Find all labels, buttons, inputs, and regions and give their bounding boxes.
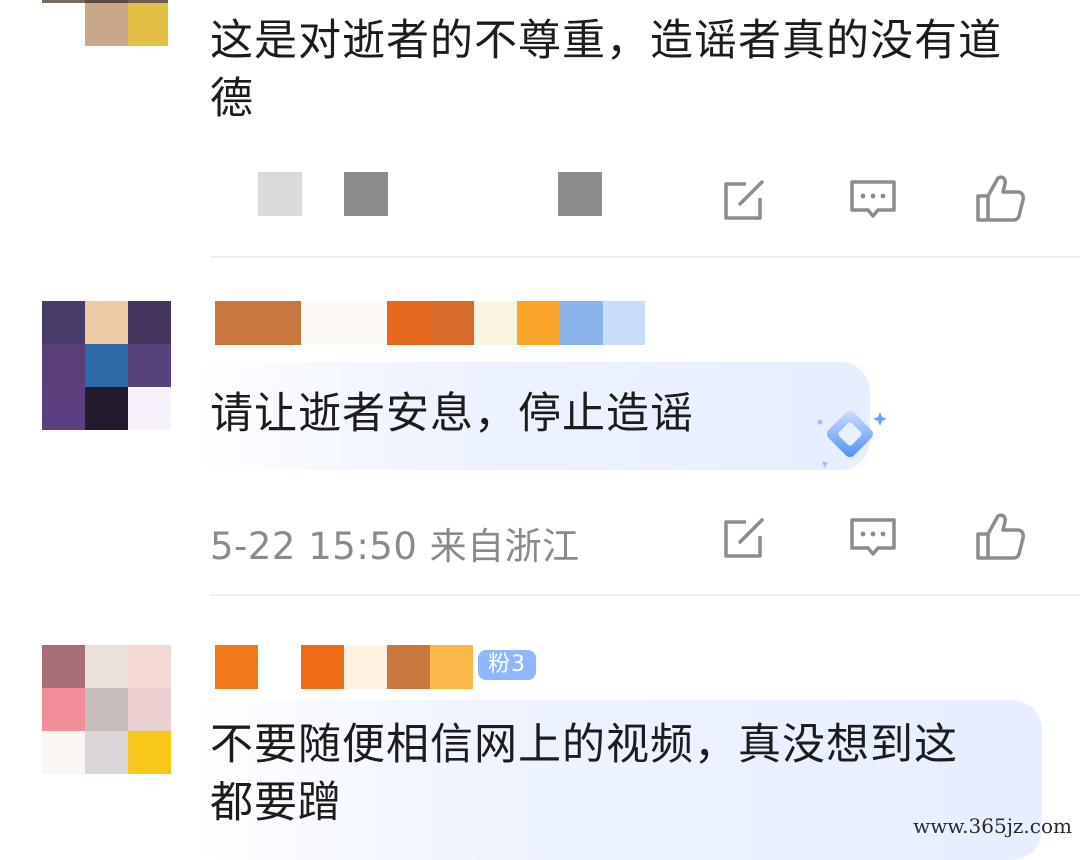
comment-text: 请让逝者安息，停止造谣 — [210, 389, 694, 439]
share-edit-icon — [724, 180, 764, 220]
repost-button[interactable] — [720, 514, 772, 566]
fan-level-badge: 粉3 — [478, 650, 536, 680]
avatar[interactable] — [42, 0, 168, 86]
username-redacted[interactable] — [215, 645, 475, 689]
avatar[interactable] — [42, 645, 172, 775]
comment-button[interactable] — [848, 176, 900, 228]
comment-text: 这是对逝者的不尊重，造谣者真的没有道德 — [210, 16, 1002, 124]
like-button[interactable] — [974, 510, 1026, 562]
comment-bubble-icon — [850, 180, 896, 218]
comment-text: 不要随便相信网上的视频，真没想到这都要蹭 — [210, 720, 958, 828]
divider — [210, 256, 1080, 258]
divider — [210, 594, 1080, 596]
share-edit-icon — [724, 518, 764, 558]
like-button[interactable] — [974, 172, 1026, 224]
thumbs-up-icon — [976, 513, 1025, 560]
username-redacted[interactable] — [215, 301, 645, 345]
comment-meta-redacted — [258, 172, 608, 216]
comment-bubble-icon — [850, 518, 896, 556]
comment-button[interactable] — [848, 514, 900, 566]
watermark: www.365jz.com — [913, 814, 1072, 838]
thumbs-up-icon — [976, 175, 1025, 222]
repost-button[interactable] — [720, 176, 772, 228]
avatar[interactable] — [42, 301, 172, 431]
fan-badge-icon — [812, 404, 892, 474]
comment-meta: 5-22 15:50 来自浙江 — [210, 525, 580, 568]
